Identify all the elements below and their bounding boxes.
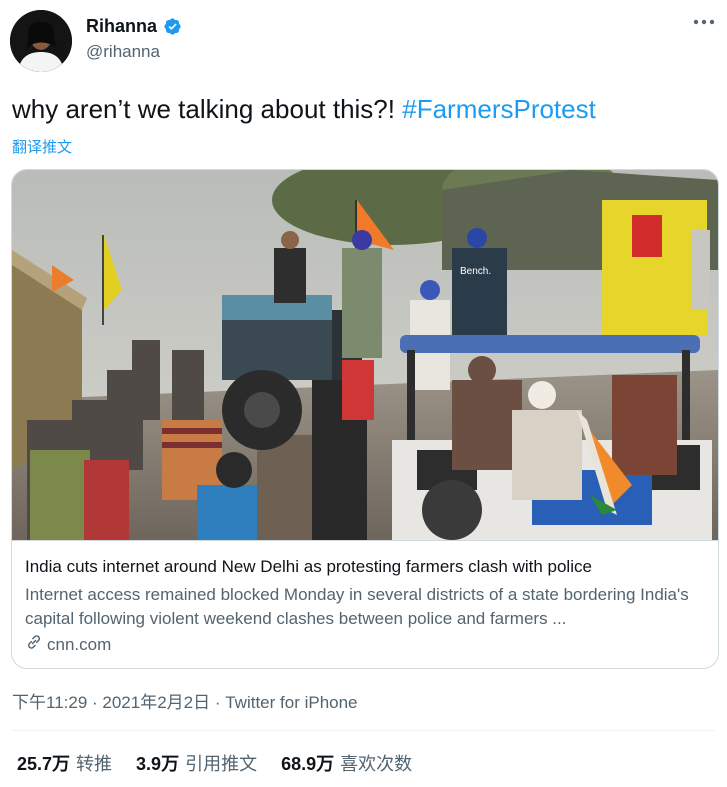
card-body[interactable]: India cuts internet around New Delhi as … (12, 540, 718, 668)
avatar[interactable] (10, 10, 72, 72)
quotes-count: 3.9万 (136, 754, 180, 774)
tweet-body: why aren’t we talking about this?! (12, 94, 395, 124)
likes-count: 68.9万 (281, 754, 335, 774)
card-description: Internet access remained blocked Monday … (25, 585, 689, 628)
card-domain-row[interactable]: cnn.com (25, 633, 111, 656)
tweet-source[interactable]: Twitter for iPhone (225, 693, 357, 712)
display-name[interactable]: Rihanna (86, 16, 157, 37)
tweet-date[interactable]: 2021年2月2日 (102, 693, 210, 712)
divider (12, 730, 715, 731)
tweet: Rihanna @rihanna why aren’t we talking a… (0, 0, 727, 787)
card-domain: cnn.com (47, 634, 112, 654)
engagement-stats: 25.7万 转推 3.9万 引用推文 68.9万 喜欢次数 (17, 750, 412, 776)
link-card[interactable]: Bench. India cuts internet around New De… (11, 169, 719, 669)
handle[interactable]: @rihanna (86, 42, 160, 62)
meta-separator-2: · (210, 693, 226, 712)
link-icon (25, 633, 43, 656)
translate-button[interactable]: 翻译推文 (12, 136, 72, 157)
tweet-text: why aren’t we talking about this?! #Farm… (12, 92, 596, 126)
card-title[interactable]: India cuts internet around New Delhi as … (25, 557, 592, 577)
image-sign-text: Bench. (460, 266, 491, 277)
verified-badge-icon (163, 17, 182, 36)
more-options-icon[interactable] (691, 12, 717, 32)
tweet-time[interactable]: 下午11:29 (12, 693, 87, 712)
retweets-label: 转推 (76, 754, 113, 774)
hashtag-link[interactable]: #FarmersProtest (402, 94, 596, 124)
quotes-label: 引用推文 (185, 754, 258, 774)
likes-stat[interactable]: 68.9万 喜欢次数 (281, 750, 412, 776)
meta-separator-1: · (87, 693, 103, 712)
card-image[interactable]: Bench. (12, 170, 718, 540)
quotes-stat[interactable]: 3.9万 引用推文 (136, 750, 257, 776)
retweets-count: 25.7万 (17, 754, 71, 774)
author-name-row[interactable]: Rihanna (86, 16, 182, 37)
tweet-meta: 下午11:29 · 2021年2月2日 · Twitter for iPhone (12, 688, 358, 713)
retweets-stat[interactable]: 25.7万 转推 (17, 750, 112, 776)
likes-label: 喜欢次数 (340, 754, 413, 774)
